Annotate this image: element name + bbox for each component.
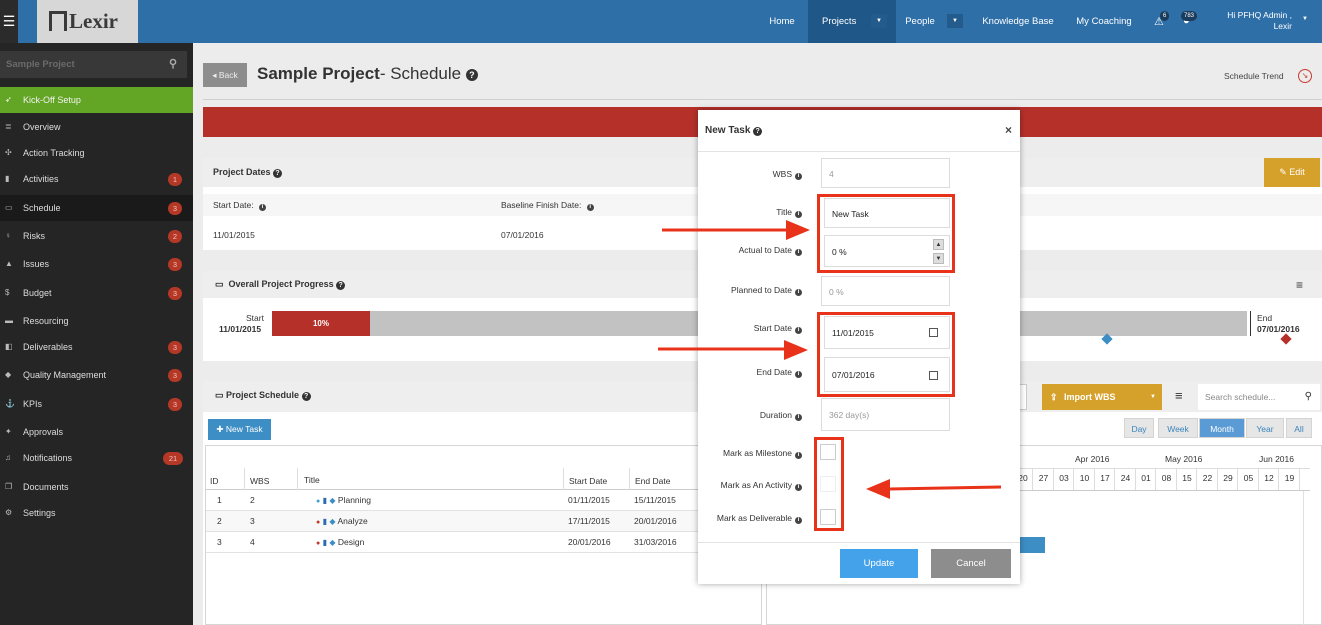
annotation-arrow (866, 479, 1002, 499)
arrow-head (784, 340, 808, 360)
arrow-shaft (885, 485, 1002, 491)
annotation-arrows (658, 220, 1002, 499)
arrow-head (786, 220, 810, 240)
arrow-head (866, 479, 890, 499)
annotation-arrow (662, 220, 810, 240)
annotation-arrow (658, 340, 808, 360)
